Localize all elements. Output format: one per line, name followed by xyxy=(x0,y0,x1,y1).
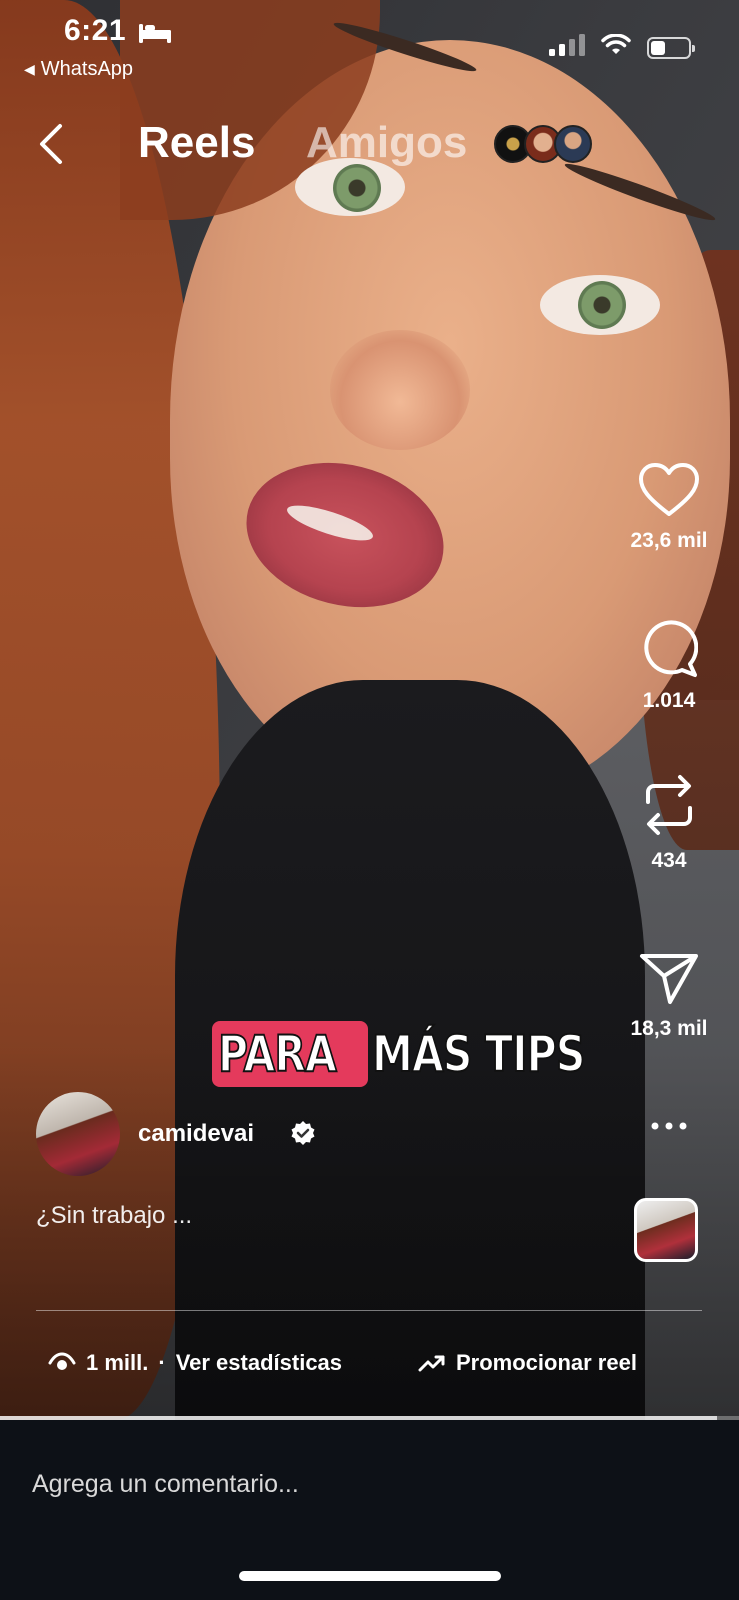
like-count: 23,6 mil xyxy=(630,529,708,552)
comment-icon xyxy=(644,620,699,677)
audio-thumbnail[interactable] xyxy=(634,1198,698,1262)
overlay-rest: MÁS TIPS xyxy=(371,1024,586,1084)
promote-label: Promocionar reel xyxy=(456,1350,637,1375)
signal-icon xyxy=(549,34,585,61)
status-icons xyxy=(549,33,695,61)
status-time: 6:21 xyxy=(64,14,127,47)
divider xyxy=(36,1310,702,1311)
more-options-button[interactable] xyxy=(614,1118,724,1136)
wifi-icon xyxy=(601,33,631,61)
trending-up-icon xyxy=(418,1355,445,1372)
back-app-label: WhatsApp xyxy=(40,58,134,80)
comment-action[interactable]: 1.014 xyxy=(614,620,724,713)
paper-plane-icon xyxy=(640,954,698,1004)
verified-badge-icon xyxy=(290,1120,316,1151)
tab-amigos[interactable]: Amigos xyxy=(306,118,467,168)
comment-input[interactable]: Agrega un comentario... xyxy=(32,1470,299,1499)
heart-icon xyxy=(639,463,699,516)
like-action[interactable]: 23,6 mil xyxy=(614,462,724,553)
chevron-left-icon xyxy=(40,124,62,164)
stats-label: Ver estadísticas xyxy=(175,1350,343,1375)
back-to-app-link[interactable]: ◀ WhatsApp xyxy=(24,58,133,81)
repost-icon xyxy=(646,775,692,835)
bed-icon xyxy=(138,22,172,49)
home-indicator[interactable] xyxy=(239,1571,501,1581)
friends-avatars[interactable] xyxy=(494,125,592,163)
promote-reel-button[interactable]: Promocionar reel xyxy=(418,1350,637,1376)
username[interactable]: camidevai xyxy=(138,1120,254,1148)
view-stats-link[interactable]: 1 mill. · Ver estadísticas xyxy=(48,1350,342,1376)
separator: · xyxy=(158,1350,166,1375)
user-avatar[interactable] xyxy=(36,1092,120,1176)
more-icon xyxy=(651,1122,687,1130)
comment-count: 1.014 xyxy=(642,689,696,712)
video-text-overlay: PARA MÁS TIPS xyxy=(212,1014,631,1094)
back-button[interactable] xyxy=(36,122,68,171)
back-triangle-icon: ◀ xyxy=(24,61,35,77)
repost-count: 434 xyxy=(651,849,687,872)
view-count: 1 mill. xyxy=(86,1350,149,1375)
post-caption[interactable]: ¿Sin trabajo ... xyxy=(36,1202,192,1230)
tab-reels[interactable]: Reels xyxy=(138,118,255,168)
battery-icon xyxy=(647,36,695,59)
friend-avatar xyxy=(554,125,592,163)
repost-action[interactable]: 434 xyxy=(614,772,724,873)
eye-icon xyxy=(48,1352,76,1370)
overlay-highlight: PARA xyxy=(212,1021,368,1087)
